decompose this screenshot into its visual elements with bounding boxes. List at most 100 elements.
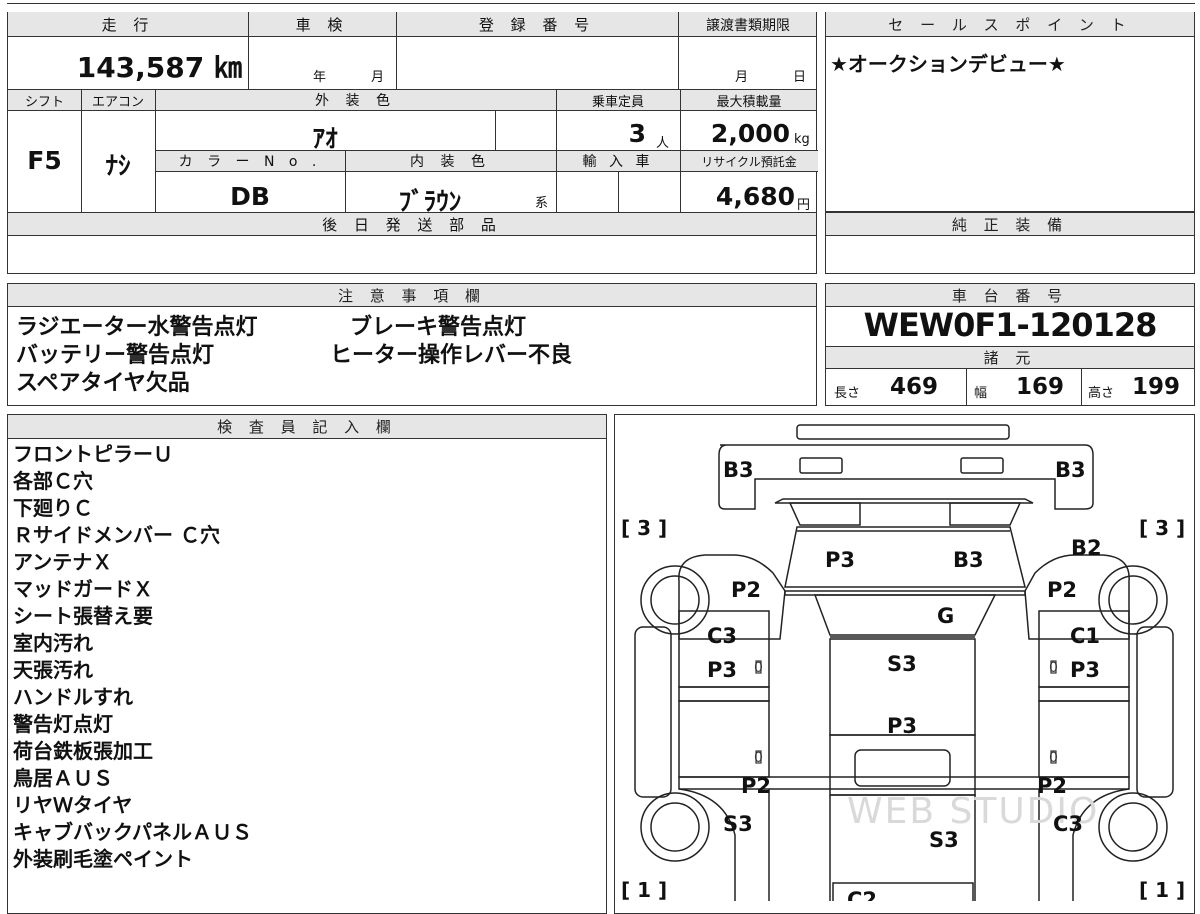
mark-p2-fr: P2 [1047,578,1077,602]
inspector-item: シート張替え要 [13,604,153,628]
mark-c1-r: C1 [1070,624,1100,648]
width-label: 幅 [974,386,988,401]
chassis-number: WEW0F1-120128 [863,306,1158,344]
genuine-equipment-header: 純 正 装 備 [826,212,1194,236]
inspection-year-unit: 年 [313,70,327,85]
mileage-value: 143,587 ㎞ [76,51,242,84]
inspector-item: リヤＷタイヤ [13,793,133,817]
length-value: 469 [890,374,939,400]
recycle-fee-value: 4,680 [715,182,795,211]
inspection-header: 車 検 [295,16,349,34]
inspector-item: アンテナＸ [13,550,113,574]
mark-p2-rl: P2 [741,774,771,798]
inspector-item: 室内汚れ [13,631,93,655]
mark-c3-l: C3 [707,624,737,648]
aircon-header: エアコン [91,94,144,110]
interior-color-header: 内 装 色 [410,154,491,170]
inspector-item: フロントピラーＵ [13,442,173,466]
mark-b3-fl: B3 [723,458,754,482]
shift-value: F5 [27,146,62,175]
shift-header: シフト [24,94,64,110]
transfer-deadline-header: 譲渡書類期限 [706,17,790,34]
mark-s3-center: S3 [887,652,917,676]
inspection-month-unit: 月 [371,70,385,85]
deadline-month-unit: 月 [735,70,749,85]
inspector-header: 検 査 員 記 入 欄 [8,415,606,439]
inspector-item: 荷台鉄板張加工 [13,739,153,763]
width-value: 169 [1016,374,1065,400]
zero-marker: 0 [754,750,763,766]
note-item: スペアタイヤ欠品 [16,371,190,396]
registration-header: 登 録 番 号 [478,16,596,34]
aircon-value: ﾅｼ [105,151,131,180]
note-item: ブレーキ警告点灯 [350,315,527,340]
import-header: 輸 入 車 [582,154,654,170]
specs-header: 諸 元 [826,346,1194,369]
height-value: 199 [1132,374,1181,400]
exterior-color-header: 外 装 色 [315,93,396,109]
zero-marker: 0 [1049,750,1058,766]
inspector-item: 下廻りＣ [13,496,93,520]
inspector-item: マッドガードＸ [13,577,153,601]
recycle-fee-header: リサイクル預託金 [701,154,797,169]
row1-header: 走 行 車 検 登 録 番 号 譲渡書類期限 [8,12,816,37]
note-item: ラジエーター水警告点灯 [16,315,258,340]
max-load-header: 最大積載量 [716,94,782,110]
chassis-header: 車 台 番 号 [826,284,1194,307]
later-parts-header: 後 日 発 送 部 品 [8,212,816,236]
notes-header: 注 意 事 項 欄 [8,284,816,307]
row3-header: カ ラ ー N o . 内 装 色 輸 入 車 リサイクル預託金 [155,150,818,172]
tire-fl-label: [ 3 ] [621,516,667,540]
sales-point-panel: セ ー ル ス ポ イ ン ト ★オークションデビュー★ [825,12,1195,212]
inspector-list: フロントピラーＵ 各部Ｃ穴 下廻りＣ Ｒサイドメンバー Ｃ穴 アンテナＸ マッド… [13,441,252,873]
row2-header: シフト エアコン 外 装 色 乗車定員 最大積載量 [8,89,816,111]
mark-p3-r: P3 [1070,658,1100,682]
mark-p3-center: P3 [887,714,917,738]
sales-point-header: セ ー ル ス ポ イ ン ト [826,12,1194,37]
color-no-value: DB [230,182,270,211]
mark-c2-bottom: C2 [847,888,877,901]
mark-p3-hood-l: P3 [825,548,855,572]
top-edge-fragment [7,0,1195,4]
inspector-item: 警告灯点灯 [13,712,113,736]
vehicle-info-table: 走 行 車 検 登 録 番 号 譲渡書類期限 143,587 ㎞ 年 月 月 日… [7,12,818,274]
mark-s3-rl: S3 [723,812,753,836]
zero-marker: 0 [1049,660,1058,676]
mark-p2-rr: P2 [1037,774,1067,798]
interior-color-suffix: 系 [535,196,549,211]
tire-rl-label: [ 1 ] [621,878,667,901]
max-load-value: 2,000 [710,119,790,148]
max-load-unit: kg [794,132,810,147]
tire-fr-label: [ 3 ] [1139,516,1185,540]
inspector-item: 外装刷毛塗ペイント [13,847,193,871]
inspector-item: Ｒサイドメンバー Ｃ穴 [13,523,220,547]
inspector-item: ハンドルすれ [13,685,133,709]
sales-point-text: ★オークションデビュー★ [830,52,1066,76]
note-item: バッテリー警告点灯 [16,343,215,368]
note-item: ヒーター操作レバー不良 [330,343,573,368]
mark-c3-rr: C3 [1053,812,1083,836]
mark-p2-fl: P2 [731,578,761,602]
mark-g-glass: G [937,604,954,628]
deadline-day-unit: 日 [793,70,807,85]
genuine-equipment-panel: 純 正 装 備 [825,212,1195,274]
length-label: 長さ [834,386,861,401]
inspector-item: 天張汚れ [13,658,93,682]
mark-p3-l: P3 [707,658,737,682]
mark-b2-r: B2 [1071,536,1102,560]
tire-rr-label: [ 1 ] [1139,878,1185,901]
recycle-fee-unit: 円 [797,198,811,213]
color-no-header: カ ラ ー N o . [178,154,322,170]
inspector-panel: 検 査 員 記 入 欄 フロントピラーＵ 各部Ｃ穴 下廻りＣ Ｒサイドメンバー … [7,414,607,914]
mark-s3-bottom: S3 [929,828,959,852]
mark-b3-hood-r: B3 [953,548,984,572]
mark-b3-fr: B3 [1055,458,1086,482]
chassis-panel: 車 台 番 号 WEW0F1-120128 諸 元 長さ 469 幅 169 高… [825,283,1195,406]
inspector-item: 鳥居ＡＵＳ [13,766,113,790]
inspector-item: 各部Ｃ穴 [13,469,93,493]
mileage-header: 走 行 [101,16,155,34]
notes-panel: 注 意 事 項 欄 ラジエーター水警告点灯 ブレーキ警告点灯 バッテリー警告点灯… [7,283,817,406]
capacity-unit: 人 [656,136,670,151]
capacity-value: 3 [628,119,646,148]
height-label: 高さ [1088,386,1115,401]
